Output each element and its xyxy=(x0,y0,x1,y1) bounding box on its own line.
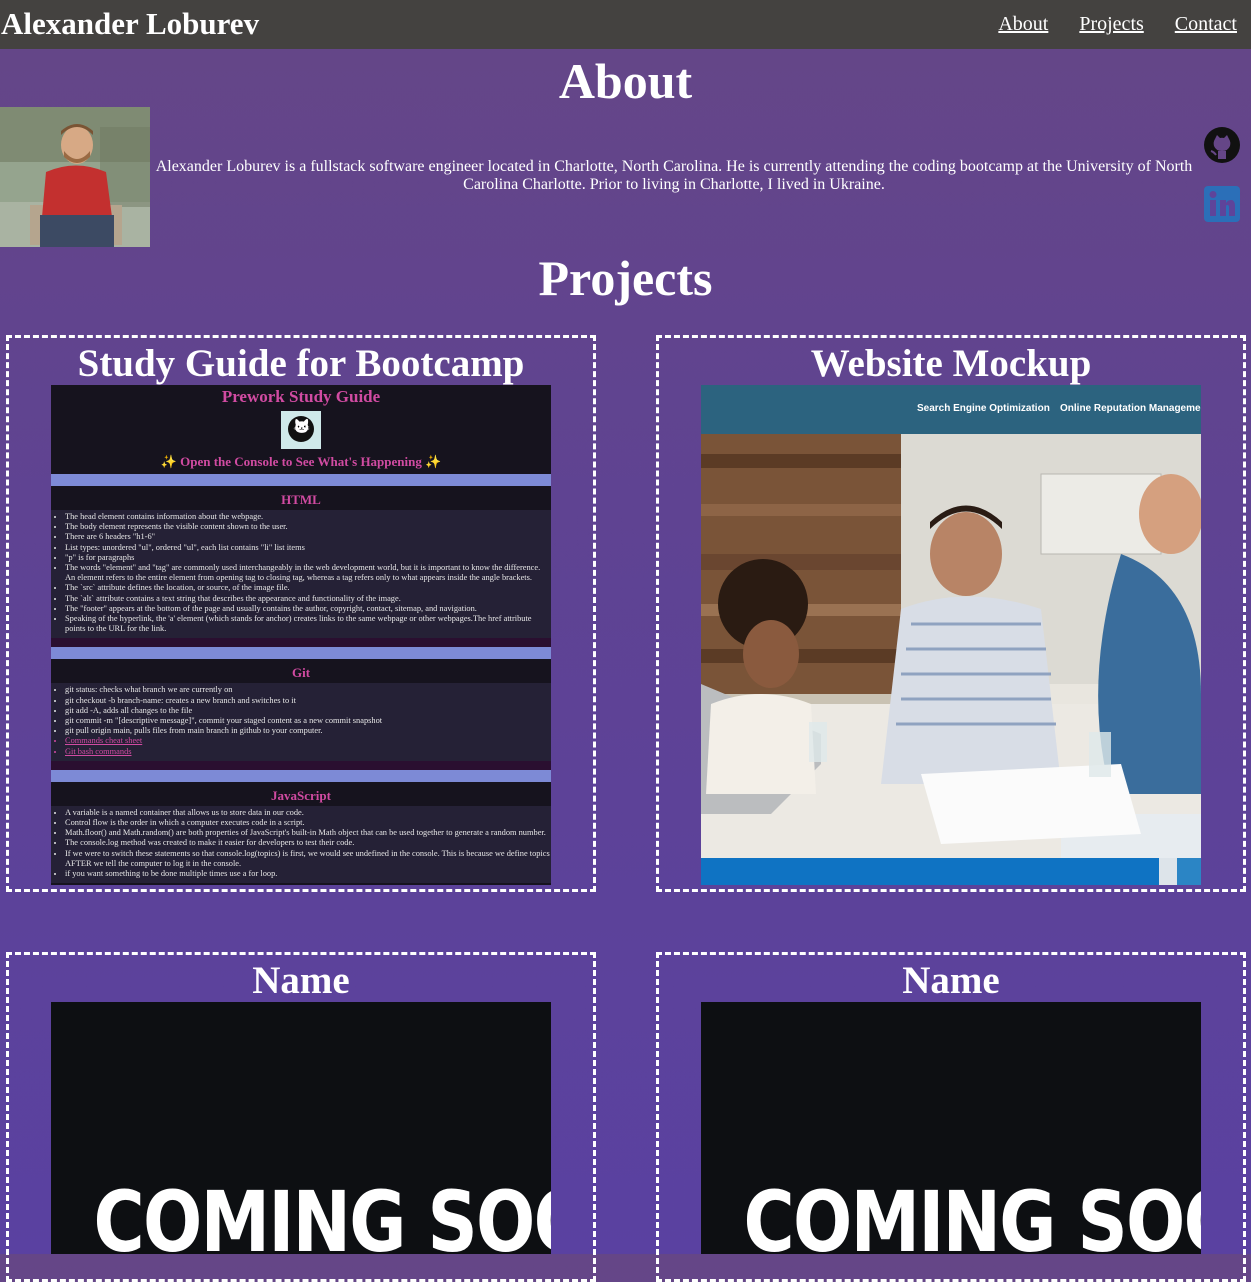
project-title: Website Mockup xyxy=(810,342,1092,385)
guide-console-note: ✨ Open the Console to See What's Happeni… xyxy=(160,454,442,469)
list-item: git commit -m "[descriptive message]", c… xyxy=(65,716,551,726)
project-card-study-guide[interactable]: Study Guide for Bootcamp Prework Study G… xyxy=(6,335,596,892)
git-bash-commands-link[interactable]: Git bash commands xyxy=(65,747,551,757)
list-item: There are 6 headers "h1-6" xyxy=(65,532,551,542)
mockup-footer xyxy=(701,858,1201,885)
divider xyxy=(51,769,551,782)
list-item: The `src` attribute defines the location… xyxy=(65,583,551,593)
project-title: Name xyxy=(252,959,350,1002)
list-item: Speaking of the hyperlink, the 'a' eleme… xyxy=(65,614,551,634)
guide-heading: Prework Study Guide xyxy=(221,387,381,406)
project-title: Name xyxy=(902,959,1000,1002)
list-item: The head element contains information ab… xyxy=(65,512,551,522)
guide-list-git: git status: checks what branch we are cu… xyxy=(51,683,551,761)
list-item: if you want something to be done multipl… xyxy=(65,869,551,879)
mockup-nav-item: Search Engine Optimization xyxy=(917,403,1050,414)
profile-photo xyxy=(0,107,150,247)
study-guide-screenshot[interactable]: Prework Study Guide ✨ Open the Console t… xyxy=(51,385,551,885)
project-card-placeholder[interactable]: Name COMING SOON xyxy=(6,952,596,1282)
divider xyxy=(51,474,551,486)
nav-link-contact[interactable]: Contact xyxy=(1175,13,1237,36)
mockup-nav-item: Online Reputation Managemen xyxy=(1060,403,1201,414)
coming-soon-image[interactable]: COMING SOON xyxy=(51,1002,551,1254)
nav-link-projects[interactable]: Projects xyxy=(1079,13,1143,36)
list-item: The words "element" and "tag" are common… xyxy=(65,563,551,583)
list-item: List types: unordered "ul", ordered "ul"… xyxy=(65,543,551,553)
list-item: Control flow is the order in which a com… xyxy=(65,818,551,828)
list-item: The console.log method was created to ma… xyxy=(65,838,551,848)
guide-list-javascript: A variable is a named container that all… xyxy=(51,805,551,884)
list-item: A variable is a named container that all… xyxy=(65,808,551,818)
coming-soon-image[interactable]: COMING SOON xyxy=(701,1002,1201,1254)
guide-section-title: Git xyxy=(291,665,311,681)
mockup-header: Search Engine Optimization Online Reputa… xyxy=(701,385,1201,434)
list-item: The body element represents the visible … xyxy=(65,522,551,532)
guide-list-html: The head element contains information ab… xyxy=(51,510,551,639)
linkedin-icon[interactable] xyxy=(1203,185,1241,223)
list-item: git pull origin main, pulls files from m… xyxy=(65,726,551,736)
project-card-placeholder[interactable]: Name COMING SOON xyxy=(656,952,1246,1282)
divider xyxy=(51,638,551,648)
guide-section-title: HTML xyxy=(281,492,321,507)
list-item: The "footer" appears at the bottom of th… xyxy=(65,604,551,614)
main-nav: About Projects Contact xyxy=(998,13,1237,36)
list-item: git checkout -b branch-name: creates a n… xyxy=(65,696,551,706)
cat-logo-icon xyxy=(281,411,321,449)
website-mockup-screenshot[interactable]: Search Engine Optimization Online Reputa… xyxy=(701,385,1201,885)
guide-section-title: JavaScript xyxy=(271,787,331,803)
project-card-website-mockup[interactable]: Website Mockup Search Engine Optimizatio… xyxy=(656,335,1246,892)
site-brand[interactable]: Alexander Loburev xyxy=(1,6,259,42)
list-item: The `alt` attribute contains a text stri… xyxy=(65,594,551,604)
list-item: git status: checks what branch we are cu… xyxy=(65,685,551,695)
divider xyxy=(51,760,551,770)
list-item: git add -A, adds all changes to the file xyxy=(65,706,551,716)
divider xyxy=(51,647,551,660)
project-title: Study Guide for Bootcamp xyxy=(77,342,525,385)
about-title: About xyxy=(558,53,693,109)
about-bio: Alexander Loburev is a fullstack softwar… xyxy=(155,158,1193,193)
list-item: Math.floor() and Math.random() are both … xyxy=(65,828,551,838)
site-header: Alexander Loburev About Projects Contact xyxy=(0,0,1251,49)
projects-title: Projects xyxy=(538,250,713,306)
office-team-photo xyxy=(701,434,1201,858)
nav-link-about[interactable]: About xyxy=(998,13,1048,36)
coming-soon-text: COMING SOON xyxy=(743,1173,1202,1254)
list-item: If we were to switch these statements so… xyxy=(65,849,551,869)
github-icon[interactable] xyxy=(1203,126,1241,164)
coming-soon-text: COMING SOON xyxy=(93,1173,552,1254)
list-item: "p" is for paragraphs xyxy=(65,553,551,563)
commands-cheat-sheet-link[interactable]: Commands cheat sheet xyxy=(65,736,551,746)
